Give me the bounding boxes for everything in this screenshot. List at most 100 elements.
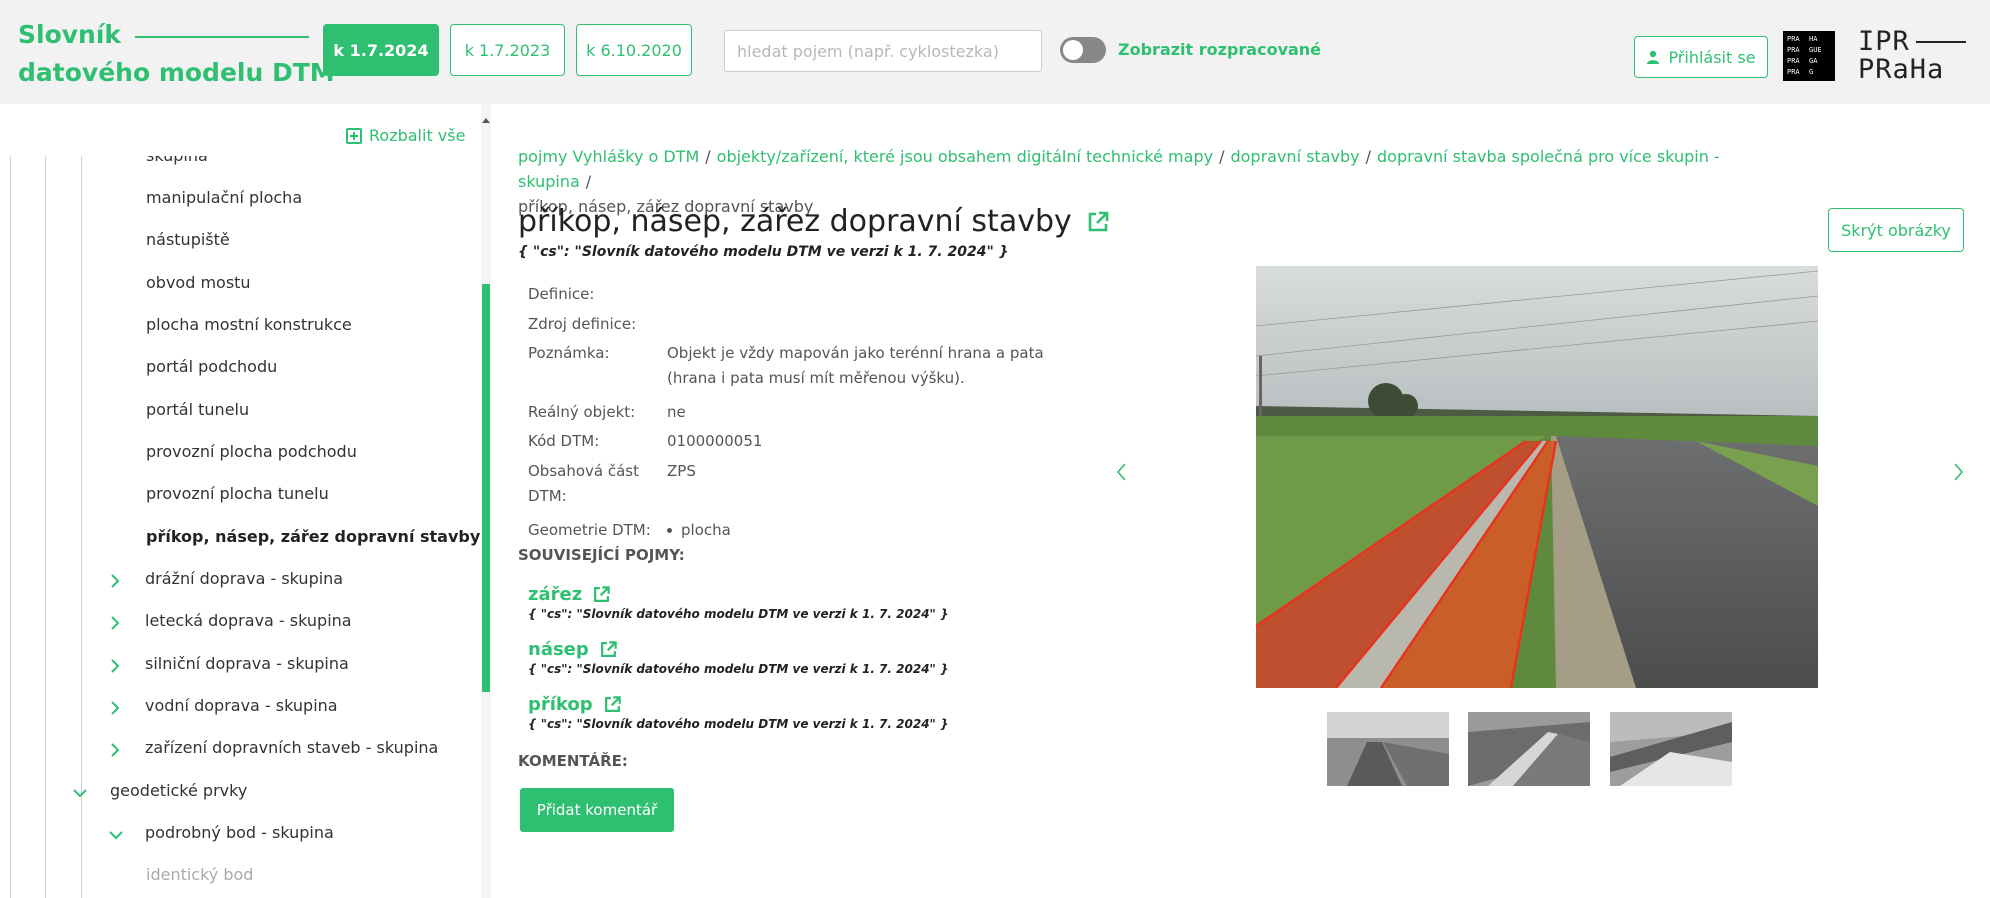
breadcrumb-link[interactable]: pojmy Vyhlášky o DTM <box>518 147 699 166</box>
chevron-down-icon[interactable] <box>72 788 88 798</box>
tree-item[interactable]: identický bod <box>146 865 253 884</box>
tree-item[interactable]: zařízení dopravních staveb - skupina <box>145 738 438 757</box>
chevron-right-icon[interactable] <box>110 573 120 589</box>
praha-logo-text: GA <box>1809 57 1818 65</box>
carousel-next-icon[interactable] <box>1952 462 1964 486</box>
bullet-icon <box>667 528 672 533</box>
breadcrumb-link[interactable]: dopravní stavby <box>1230 147 1359 166</box>
version-button-2023[interactable]: k 1.7.2023 <box>450 24 565 76</box>
praha-logo-text: G <box>1809 68 1814 76</box>
login-button[interactable]: Přihlásit se <box>1634 36 1768 78</box>
carousel-prev-icon[interactable] <box>1116 462 1128 486</box>
related-term-link[interactable]: násep <box>528 639 589 660</box>
term-photo[interactable] <box>1256 266 1818 688</box>
praha-logo-text: HA <box>1809 35 1818 43</box>
external-link-icon[interactable] <box>603 695 622 714</box>
prop-label: Kód DTM: <box>528 432 600 450</box>
praha-logo-text: PRA <box>1787 57 1800 65</box>
tree-item[interactable]: letecká doprava - skupina <box>145 611 352 630</box>
related-term-link[interactable]: zářez <box>528 584 582 605</box>
related-term: zářez { "cs": "Slovník datového modelu D… <box>528 584 949 621</box>
breadcrumb-separator: / <box>585 172 592 191</box>
gallery-thumbnail[interactable] <box>1327 712 1449 786</box>
toggle-knob <box>1063 40 1083 60</box>
breadcrumb-link[interactable]: objekty/zařízení, které jsou obsahem dig… <box>717 147 1213 166</box>
related-term-link[interactable]: příkop <box>528 694 593 715</box>
tree-item[interactable]: plocha mostní konstrukce <box>146 315 352 334</box>
tree-item[interactable]: provozní plocha podchodu <box>146 442 357 461</box>
related-term-subtitle: { "cs": "Slovník datového modelu DTM ve … <box>528 717 949 731</box>
chevron-right-icon[interactable] <box>110 615 120 631</box>
tree-item[interactable]: provozní plocha tunelu <box>146 484 329 503</box>
praha-logo-text: PRA <box>1787 46 1800 54</box>
search-input[interactable] <box>724 30 1042 72</box>
header: Slovník datového modelu DTM k 1.7.2024 k… <box>0 0 1990 104</box>
sidebar-tree: Rozbalit vše skupina manipulační plocha … <box>0 104 492 898</box>
breadcrumb-separator: / <box>705 147 711 166</box>
version-button-2024[interactable]: k 1.7.2024 <box>323 24 439 76</box>
prop-label: Reálný objekt: <box>528 403 636 421</box>
version-button-2020[interactable]: k 6.10.2020 <box>576 24 692 76</box>
praha-logo-text: PRA <box>1787 68 1800 76</box>
ipr-logo-top: IPR <box>1858 26 1910 57</box>
external-link-icon[interactable] <box>592 585 611 604</box>
show-drafts-label[interactable]: Zobrazit rozpracované <box>1118 40 1321 59</box>
brand-line2: datového modelu DTM <box>18 58 335 87</box>
tree-item[interactable]: portál tunelu <box>146 400 249 419</box>
tree-item[interactable]: manipulační plocha <box>146 188 302 207</box>
sidebar-scroll-thumb[interactable] <box>482 284 490 692</box>
scroll-up-arrow[interactable] <box>482 118 490 123</box>
add-comment-button[interactable]: Přidat komentář <box>520 788 674 832</box>
term-title: příkop, násep, zářez dopravní stavby <box>518 204 1072 239</box>
main-content: pojmy Vyhlášky o DTM / objekty/zařízení, k… <box>492 104 1990 898</box>
prop-value: 0100000051 <box>667 432 763 450</box>
page-title: příkop, násep, zářez dopravní stavby <box>518 204 1110 239</box>
ipr-logo[interactable]: IPR PRaHa <box>1858 28 1966 84</box>
prop-label: Definice: <box>528 285 595 303</box>
tree-guide-line <box>10 156 11 898</box>
tree-item[interactable]: skupina <box>146 156 208 165</box>
chevron-right-icon[interactable] <box>110 658 120 674</box>
prop-value: Objekt je vždy mapován jako terénní hran… <box>667 344 1044 387</box>
breadcrumb-separator: / <box>1219 147 1225 166</box>
tree-item[interactable]: vodní doprava - skupina <box>145 696 338 715</box>
hide-images-button[interactable]: Skrýt obrázky <box>1828 208 1964 252</box>
prop-value-list: plocha <box>667 518 1097 543</box>
tree-item-selected[interactable]: příkop, násep, zářez dopravní stavby <box>146 527 480 546</box>
expand-all-label: Rozbalit vše <box>369 126 466 145</box>
external-link-icon[interactable] <box>599 640 618 659</box>
prop-label: Geometrie DTM: <box>528 521 651 539</box>
prop-label: Obsahová část DTM: <box>528 462 639 505</box>
prop-label: Poznámka: <box>528 344 610 362</box>
prop-value: ne <box>667 403 686 421</box>
login-label: Přihlásit se <box>1668 47 1756 67</box>
related-term: násep { "cs": "Slovník datového modelu D… <box>528 639 949 676</box>
external-link-icon[interactable] <box>1086 210 1110 234</box>
expand-all-button[interactable]: Rozbalit vše <box>346 126 465 145</box>
tree-item[interactable]: podrobný bod - skupina <box>145 823 334 842</box>
brand-logo[interactable]: Slovník datového modelu DTM <box>18 16 335 92</box>
tree-guide-line <box>45 156 46 898</box>
brand-rule <box>135 35 310 38</box>
chevron-right-icon[interactable] <box>110 742 120 758</box>
user-icon <box>1647 50 1660 64</box>
tree-item[interactable]: portál podchodu <box>146 357 277 376</box>
praha-logo[interactable]: PRA HA PRA GUE PRA GA PRA G <box>1783 31 1835 81</box>
praha-logo-text: PRA <box>1787 35 1800 43</box>
prop-value: plocha <box>681 521 731 539</box>
tree-item[interactable]: geodetické prvky <box>110 781 247 800</box>
tree-guide-line <box>81 156 82 898</box>
tree-item[interactable]: nástupiště <box>146 230 230 249</box>
chevron-right-icon[interactable] <box>110 700 120 716</box>
ipr-logo-rule <box>1915 41 1966 43</box>
tree-item[interactable]: drážní doprava - skupina <box>145 569 343 588</box>
tree-item[interactable]: obvod mostu <box>146 273 251 292</box>
related-term-subtitle: { "cs": "Slovník datového modelu DTM ve … <box>528 662 949 676</box>
tree-item[interactable]: silniční doprava - skupina <box>145 654 349 673</box>
ipr-logo-bottom: PRaHa <box>1858 54 1945 85</box>
plus-square-icon <box>346 127 362 144</box>
show-drafts-toggle[interactable] <box>1060 37 1106 63</box>
chevron-down-icon[interactable] <box>108 830 124 840</box>
gallery-thumbnail[interactable] <box>1610 712 1732 786</box>
gallery-thumbnail[interactable] <box>1468 712 1590 786</box>
